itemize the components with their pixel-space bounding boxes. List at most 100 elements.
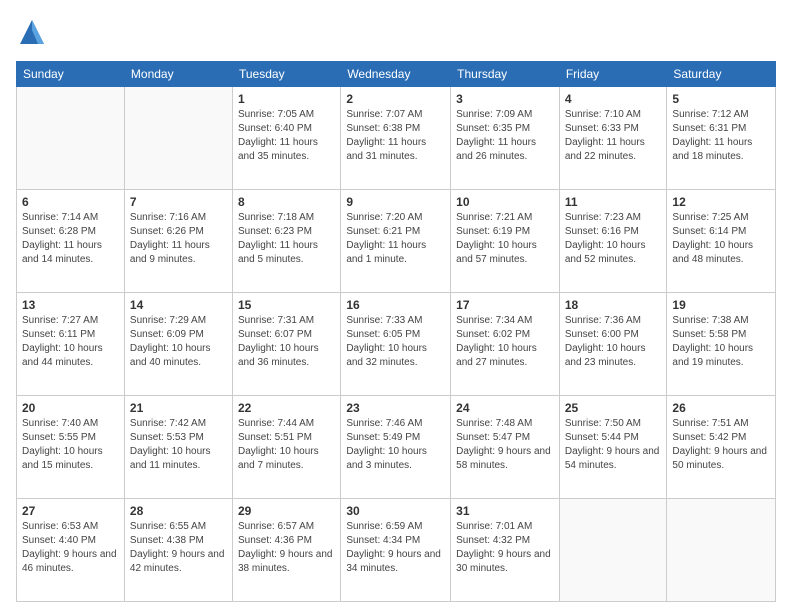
calendar-cell: 21Sunrise: 7:42 AMSunset: 5:53 PMDayligh… bbox=[124, 396, 232, 499]
day-number: 25 bbox=[565, 400, 662, 416]
calendar-cell bbox=[17, 87, 125, 190]
day-info: Sunrise: 7:33 AMSunset: 6:05 PMDaylight:… bbox=[346, 314, 445, 370]
day-info: Sunrise: 7:25 AMSunset: 6:14 PMDaylight:… bbox=[672, 211, 770, 267]
calendar-cell: 22Sunrise: 7:44 AMSunset: 5:51 PMDayligh… bbox=[232, 396, 340, 499]
calendar-cell: 19Sunrise: 7:38 AMSunset: 5:58 PMDayligh… bbox=[667, 293, 776, 396]
weekday-header-saturday: Saturday bbox=[667, 62, 776, 87]
day-info: Sunrise: 7:07 AMSunset: 6:38 PMDaylight:… bbox=[346, 108, 445, 164]
day-number: 5 bbox=[672, 91, 770, 107]
day-number: 15 bbox=[238, 297, 335, 313]
day-number: 1 bbox=[238, 91, 335, 107]
day-number: 28 bbox=[130, 503, 227, 519]
day-number: 16 bbox=[346, 297, 445, 313]
calendar-cell bbox=[124, 87, 232, 190]
calendar-week-0: 1Sunrise: 7:05 AMSunset: 6:40 PMDaylight… bbox=[17, 87, 776, 190]
day-info: Sunrise: 7:20 AMSunset: 6:21 PMDaylight:… bbox=[346, 211, 445, 267]
day-info: Sunrise: 7:27 AMSunset: 6:11 PMDaylight:… bbox=[22, 314, 119, 370]
calendar-cell: 26Sunrise: 7:51 AMSunset: 5:42 PMDayligh… bbox=[667, 396, 776, 499]
header bbox=[16, 16, 776, 53]
calendar-cell: 9Sunrise: 7:20 AMSunset: 6:21 PMDaylight… bbox=[341, 190, 451, 293]
day-number: 30 bbox=[346, 503, 445, 519]
day-number: 22 bbox=[238, 400, 335, 416]
day-number: 23 bbox=[346, 400, 445, 416]
calendar-cell: 24Sunrise: 7:48 AMSunset: 5:47 PMDayligh… bbox=[451, 396, 560, 499]
calendar-cell: 29Sunrise: 6:57 AMSunset: 4:36 PMDayligh… bbox=[232, 499, 340, 602]
day-info: Sunrise: 7:31 AMSunset: 6:07 PMDaylight:… bbox=[238, 314, 335, 370]
day-info: Sunrise: 7:09 AMSunset: 6:35 PMDaylight:… bbox=[456, 108, 554, 164]
calendar-cell: 15Sunrise: 7:31 AMSunset: 6:07 PMDayligh… bbox=[232, 293, 340, 396]
calendar-cell: 14Sunrise: 7:29 AMSunset: 6:09 PMDayligh… bbox=[124, 293, 232, 396]
day-info: Sunrise: 7:44 AMSunset: 5:51 PMDaylight:… bbox=[238, 417, 335, 473]
day-number: 20 bbox=[22, 400, 119, 416]
calendar-cell: 4Sunrise: 7:10 AMSunset: 6:33 PMDaylight… bbox=[559, 87, 667, 190]
day-info: Sunrise: 7:14 AMSunset: 6:28 PMDaylight:… bbox=[22, 211, 119, 267]
calendar-cell: 16Sunrise: 7:33 AMSunset: 6:05 PMDayligh… bbox=[341, 293, 451, 396]
day-info: Sunrise: 7:50 AMSunset: 5:44 PMDaylight:… bbox=[565, 417, 662, 473]
day-number: 14 bbox=[130, 297, 227, 313]
day-number: 24 bbox=[456, 400, 554, 416]
logo bbox=[16, 16, 52, 53]
calendar-week-4: 27Sunrise: 6:53 AMSunset: 4:40 PMDayligh… bbox=[17, 499, 776, 602]
calendar-cell: 23Sunrise: 7:46 AMSunset: 5:49 PMDayligh… bbox=[341, 396, 451, 499]
day-number: 21 bbox=[130, 400, 227, 416]
day-number: 19 bbox=[672, 297, 770, 313]
calendar-header-row: SundayMondayTuesdayWednesdayThursdayFrid… bbox=[17, 62, 776, 87]
day-number: 7 bbox=[130, 194, 227, 210]
calendar-cell: 13Sunrise: 7:27 AMSunset: 6:11 PMDayligh… bbox=[17, 293, 125, 396]
calendar-table: SundayMondayTuesdayWednesdayThursdayFrid… bbox=[16, 61, 776, 602]
calendar-cell: 28Sunrise: 6:55 AMSunset: 4:38 PMDayligh… bbox=[124, 499, 232, 602]
calendar-cell bbox=[667, 499, 776, 602]
day-info: Sunrise: 7:34 AMSunset: 6:02 PMDaylight:… bbox=[456, 314, 554, 370]
calendar-cell: 30Sunrise: 6:59 AMSunset: 4:34 PMDayligh… bbox=[341, 499, 451, 602]
calendar-cell: 3Sunrise: 7:09 AMSunset: 6:35 PMDaylight… bbox=[451, 87, 560, 190]
calendar-cell: 25Sunrise: 7:50 AMSunset: 5:44 PMDayligh… bbox=[559, 396, 667, 499]
day-info: Sunrise: 7:40 AMSunset: 5:55 PMDaylight:… bbox=[22, 417, 119, 473]
day-info: Sunrise: 7:12 AMSunset: 6:31 PMDaylight:… bbox=[672, 108, 770, 164]
calendar-cell: 2Sunrise: 7:07 AMSunset: 6:38 PMDaylight… bbox=[341, 87, 451, 190]
calendar-cell: 17Sunrise: 7:34 AMSunset: 6:02 PMDayligh… bbox=[451, 293, 560, 396]
weekday-header-tuesday: Tuesday bbox=[232, 62, 340, 87]
weekday-header-wednesday: Wednesday bbox=[341, 62, 451, 87]
calendar-week-1: 6Sunrise: 7:14 AMSunset: 6:28 PMDaylight… bbox=[17, 190, 776, 293]
day-number: 17 bbox=[456, 297, 554, 313]
calendar-cell: 20Sunrise: 7:40 AMSunset: 5:55 PMDayligh… bbox=[17, 396, 125, 499]
day-info: Sunrise: 7:42 AMSunset: 5:53 PMDaylight:… bbox=[130, 417, 227, 473]
day-info: Sunrise: 7:10 AMSunset: 6:33 PMDaylight:… bbox=[565, 108, 662, 164]
day-number: 3 bbox=[456, 91, 554, 107]
day-info: Sunrise: 7:23 AMSunset: 6:16 PMDaylight:… bbox=[565, 211, 662, 267]
weekday-header-friday: Friday bbox=[559, 62, 667, 87]
day-info: Sunrise: 6:57 AMSunset: 4:36 PMDaylight:… bbox=[238, 520, 335, 576]
day-info: Sunrise: 7:38 AMSunset: 5:58 PMDaylight:… bbox=[672, 314, 770, 370]
day-info: Sunrise: 6:55 AMSunset: 4:38 PMDaylight:… bbox=[130, 520, 227, 576]
logo-icon bbox=[16, 16, 48, 48]
calendar-cell: 8Sunrise: 7:18 AMSunset: 6:23 PMDaylight… bbox=[232, 190, 340, 293]
page: SundayMondayTuesdayWednesdayThursdayFrid… bbox=[0, 0, 792, 612]
day-info: Sunrise: 7:51 AMSunset: 5:42 PMDaylight:… bbox=[672, 417, 770, 473]
day-info: Sunrise: 7:05 AMSunset: 6:40 PMDaylight:… bbox=[238, 108, 335, 164]
day-number: 29 bbox=[238, 503, 335, 519]
calendar-week-2: 13Sunrise: 7:27 AMSunset: 6:11 PMDayligh… bbox=[17, 293, 776, 396]
calendar-cell: 18Sunrise: 7:36 AMSunset: 6:00 PMDayligh… bbox=[559, 293, 667, 396]
day-info: Sunrise: 7:46 AMSunset: 5:49 PMDaylight:… bbox=[346, 417, 445, 473]
day-info: Sunrise: 6:53 AMSunset: 4:40 PMDaylight:… bbox=[22, 520, 119, 576]
day-number: 27 bbox=[22, 503, 119, 519]
day-number: 11 bbox=[565, 194, 662, 210]
day-number: 2 bbox=[346, 91, 445, 107]
weekday-header-monday: Monday bbox=[124, 62, 232, 87]
day-info: Sunrise: 7:21 AMSunset: 6:19 PMDaylight:… bbox=[456, 211, 554, 267]
calendar-cell bbox=[559, 499, 667, 602]
day-info: Sunrise: 7:48 AMSunset: 5:47 PMDaylight:… bbox=[456, 417, 554, 473]
day-number: 13 bbox=[22, 297, 119, 313]
calendar-cell: 5Sunrise: 7:12 AMSunset: 6:31 PMDaylight… bbox=[667, 87, 776, 190]
day-info: Sunrise: 7:18 AMSunset: 6:23 PMDaylight:… bbox=[238, 211, 335, 267]
calendar-cell: 11Sunrise: 7:23 AMSunset: 6:16 PMDayligh… bbox=[559, 190, 667, 293]
day-number: 18 bbox=[565, 297, 662, 313]
calendar-cell: 6Sunrise: 7:14 AMSunset: 6:28 PMDaylight… bbox=[17, 190, 125, 293]
calendar-cell: 10Sunrise: 7:21 AMSunset: 6:19 PMDayligh… bbox=[451, 190, 560, 293]
day-number: 4 bbox=[565, 91, 662, 107]
day-number: 8 bbox=[238, 194, 335, 210]
weekday-header-sunday: Sunday bbox=[17, 62, 125, 87]
day-info: Sunrise: 7:16 AMSunset: 6:26 PMDaylight:… bbox=[130, 211, 227, 267]
calendar-cell: 7Sunrise: 7:16 AMSunset: 6:26 PMDaylight… bbox=[124, 190, 232, 293]
day-number: 31 bbox=[456, 503, 554, 519]
